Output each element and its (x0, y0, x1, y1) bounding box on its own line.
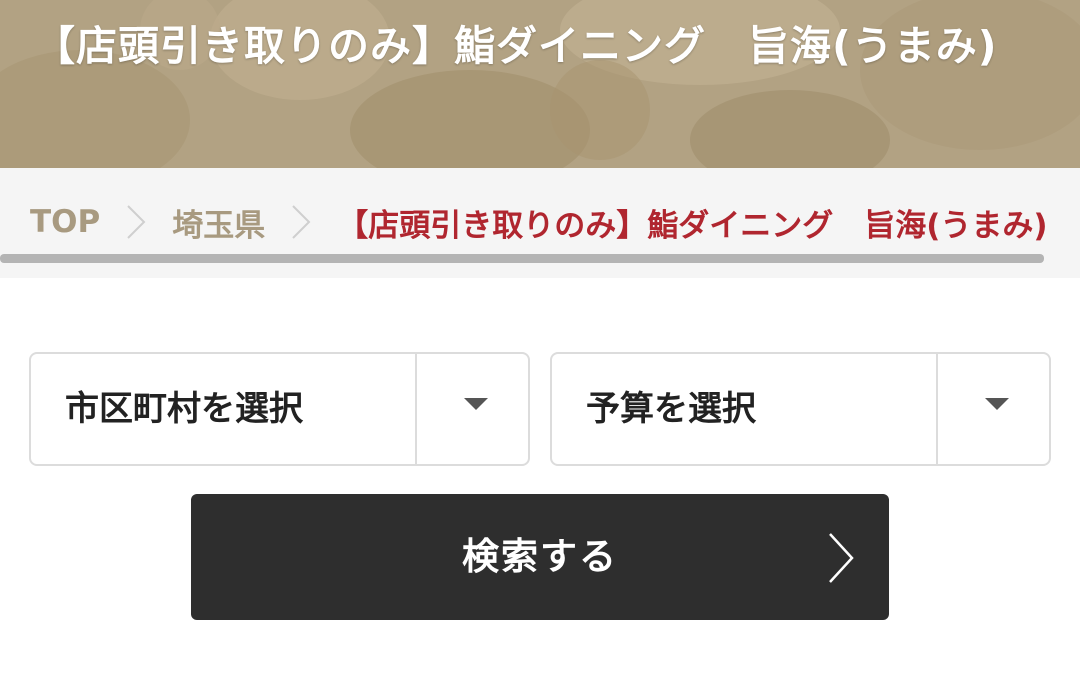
search-button[interactable]: 検索する (191, 494, 889, 620)
breadcrumb: TOP 埼玉県 【店頭引き取りのみ】鮨ダイニング 旨海(うまみ) (30, 196, 1048, 248)
caret-down-icon (985, 398, 1009, 410)
breadcrumb-item-top[interactable]: TOP (30, 204, 100, 240)
chevron-right-icon (829, 533, 854, 583)
city-select[interactable]: 市区町村を選択 (29, 352, 530, 466)
budget-select[interactable]: 予算を選択 (550, 352, 1051, 466)
budget-select-label: 予算を選択 (586, 389, 756, 429)
hero-banner: 【店頭引き取りのみ】鮨ダイニング 旨海(うまみ) (0, 0, 1080, 168)
city-select-label: 市区町村を選択 (65, 389, 303, 429)
caret-down-icon (464, 398, 488, 410)
page-title: 【店頭引き取りのみ】鮨ダイニング 旨海(うまみ) (34, 22, 998, 70)
breadcrumb-scrollbar[interactable] (0, 254, 1044, 263)
chevron-right-icon (292, 205, 311, 239)
select-divider (415, 354, 417, 464)
select-divider (936, 354, 938, 464)
chevron-right-icon (127, 205, 146, 239)
breadcrumb-item-prefecture[interactable]: 埼玉県 (172, 200, 265, 245)
search-button-label: 検索する (462, 535, 618, 578)
breadcrumb-item-current: 【店頭引き取りのみ】鮨ダイニング 旨海(うまみ) (337, 207, 1048, 244)
